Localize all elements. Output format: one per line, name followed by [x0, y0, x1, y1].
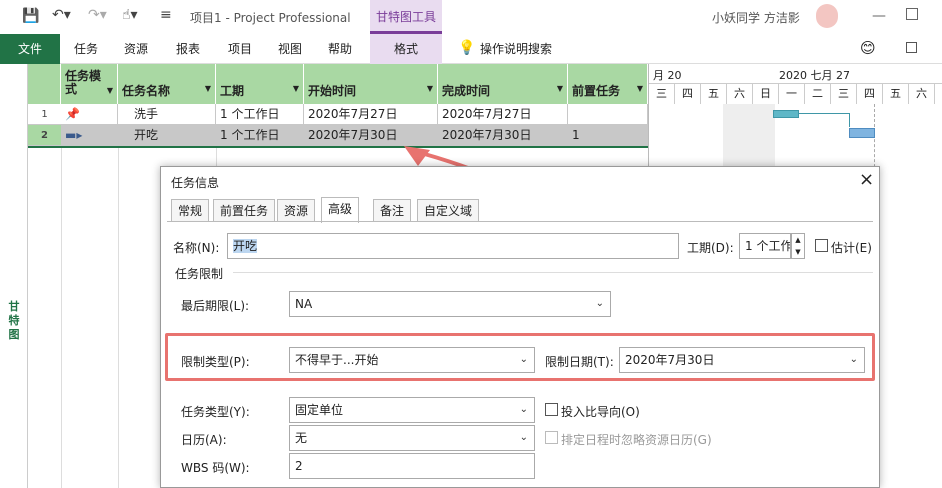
deadline-select[interactable]: NA ⌄	[289, 291, 611, 317]
tab-resources[interactable]: 资源	[277, 199, 316, 221]
tab-predecessors[interactable]: 前置任务	[213, 199, 276, 221]
calendar-label: 日历(A):	[181, 433, 227, 447]
task-type-label: 任务类型(Y):	[181, 405, 250, 419]
tab-custom-fields[interactable]: 自定义域	[417, 199, 480, 221]
wbs-input[interactable]: 2	[289, 453, 535, 479]
tab-advanced[interactable]: 高级	[321, 197, 360, 223]
duration-spinner[interactable]: ▲ ▼	[791, 233, 805, 259]
chevron-down-icon: ⌄	[519, 432, 528, 443]
effort-driven-checkbox[interactable]	[545, 403, 558, 416]
estimate-label: 估计(E)	[831, 241, 872, 255]
deadline-label: 最后期限(L):	[181, 299, 250, 313]
chevron-down-icon: ⌄	[595, 298, 604, 309]
effort-driven-label: 投入比导向(O)	[561, 405, 640, 419]
estimate-checkbox[interactable]	[815, 239, 828, 252]
tab-general[interactable]: 常规	[171, 199, 210, 221]
name-input[interactable]: 开吃	[227, 233, 679, 259]
highlight-box	[165, 333, 875, 381]
dialog-title: 任务信息	[171, 176, 220, 190]
wbs-label: WBS 码(W):	[181, 461, 250, 475]
chevron-down-icon: ⌄	[519, 404, 528, 415]
task-information-dialog: 任务信息 × 常规 前置任务 资源 高级 备注 自定义域 名称(N): 开吃 工…	[160, 166, 880, 488]
ignore-resource-calendar-label: 排定日程时忽略资源日历(G)	[561, 433, 712, 447]
name-label: 名称(N):	[173, 241, 220, 255]
tab-notes[interactable]: 备注	[373, 199, 412, 221]
duration-input[interactable]: 1 个工作	[739, 233, 791, 259]
constraint-group-label: 任务限制	[175, 267, 224, 281]
duration-label: 工期(D):	[687, 241, 734, 255]
close-icon[interactable]: ×	[859, 169, 874, 190]
task-type-select[interactable]: 固定单位 ⌄	[289, 397, 535, 423]
ignore-resource-calendar-checkbox[interactable]	[545, 431, 558, 444]
calendar-select[interactable]: 无 ⌄	[289, 425, 535, 451]
